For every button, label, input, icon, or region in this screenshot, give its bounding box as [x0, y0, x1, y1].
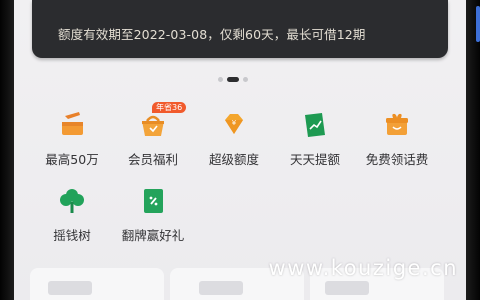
service-money-tree[interactable]: 摇钱树 [32, 186, 112, 244]
service-label: 翻牌赢好礼 [121, 228, 185, 243]
trend-card-icon [300, 110, 330, 140]
service-label: 天天提额 [289, 152, 340, 167]
service-max-50w[interactable]: 最高50万 [32, 110, 112, 168]
service-label: 超级额度 [208, 152, 259, 167]
gift-basket-icon: 年省36 [138, 102, 187, 140]
service-label: 最高50万 [45, 152, 99, 167]
card-icon [138, 186, 168, 216]
banner-text: 额度有效期至2022-03-08，仅剩60天，最长可借12期 [58, 27, 366, 42]
svg-text:¥: ¥ [232, 119, 237, 127]
tree-icon [57, 186, 87, 216]
service-free-phone-credit[interactable]: 免费领话费 [357, 110, 437, 168]
site-watermark: www.kouzige.cn [268, 256, 458, 280]
credit-validity-banner[interactable]: 额度有效期至2022-03-08，仅剩60天，最长可借12期 [32, 0, 448, 58]
blurred-text [199, 281, 243, 295]
diamond-coin-icon: ¥ [219, 110, 249, 140]
phone-bezel-left [0, 0, 14, 300]
phone-photo: 额度有效期至2022-03-08，仅剩60天，最长可借12期 最高50万 年省3… [0, 0, 480, 300]
savings-badge: 年省36 [152, 102, 187, 113]
carousel-dot[interactable] [218, 77, 223, 82]
carousel-dot-active[interactable] [227, 77, 239, 82]
service-super-limit[interactable]: ¥ 超级额度 [194, 110, 274, 168]
phone-side-accent [476, 6, 480, 42]
blurred-text [325, 281, 369, 295]
service-daily-raise[interactable]: 天天提额 [275, 110, 355, 168]
gift-box-icon [382, 110, 412, 140]
service-member-benefits[interactable]: 年省36 会员福利 [113, 102, 193, 168]
pickaxe-icon [57, 110, 87, 140]
phone-bezel-right [466, 0, 480, 300]
service-label: 免费领话费 [365, 152, 429, 167]
carousel-dot[interactable] [243, 77, 248, 82]
service-label: 摇钱树 [53, 228, 91, 243]
blurred-text [48, 281, 92, 295]
service-flip-card[interactable]: 翻牌赢好礼 [113, 186, 193, 244]
app-screen: 额度有效期至2022-03-08，仅剩60天，最长可借12期 最高50万 年省3… [14, 0, 466, 300]
service-label: 会员福利 [127, 152, 178, 167]
